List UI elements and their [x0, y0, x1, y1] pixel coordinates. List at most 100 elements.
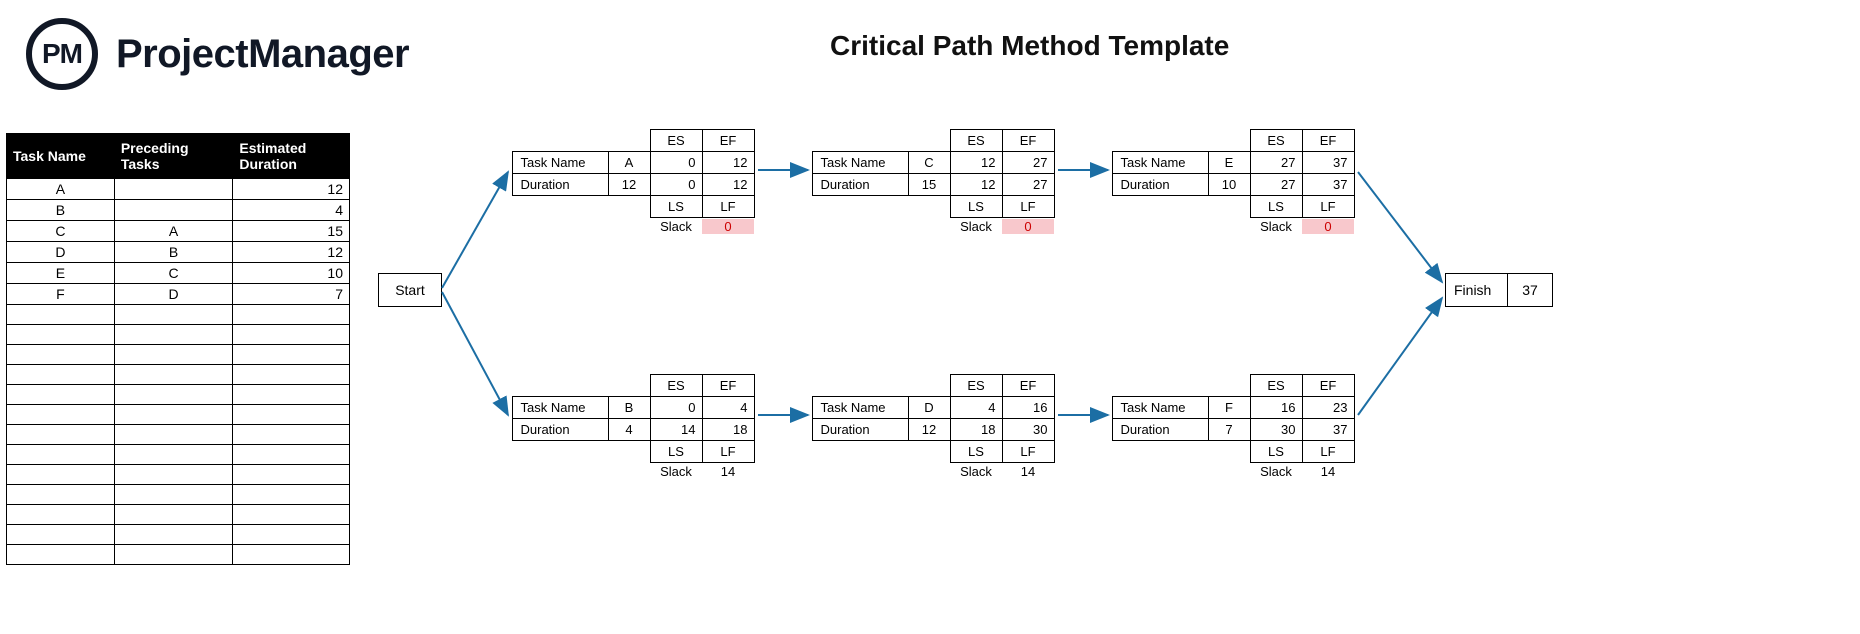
lf-value: 37	[1302, 418, 1355, 441]
lf-header: LF	[1302, 195, 1355, 218]
ef-header: EF	[1302, 129, 1355, 152]
duration-label: Duration	[512, 418, 609, 441]
cell-task-name: F	[7, 284, 115, 305]
table-row	[7, 325, 350, 345]
cell-duration: 12	[233, 179, 350, 200]
slack-value: 0	[1302, 219, 1354, 234]
ls-value: 18	[950, 418, 1003, 441]
table-row: B4	[7, 200, 350, 221]
task-name-label: Task Name	[512, 151, 609, 174]
duration-label: Duration	[1112, 173, 1209, 196]
brand-name: ProjectManager	[116, 32, 409, 77]
ls-header: LS	[650, 195, 703, 218]
slack-label: Slack	[650, 464, 702, 479]
task-node-a: ESEFTask NameA012Duration12012LSLFSlack0	[512, 129, 772, 234]
es-header: ES	[650, 374, 703, 397]
duration-value: 4	[608, 418, 651, 441]
lf-header: LF	[1002, 440, 1055, 463]
lf-header: LF	[1302, 440, 1355, 463]
header: PM ProjectManager	[26, 18, 409, 90]
task-name-label: Task Name	[1112, 396, 1209, 419]
task-name-value: A	[608, 151, 651, 174]
table-row	[7, 485, 350, 505]
ls-value: 30	[1250, 418, 1303, 441]
lf-header: LF	[702, 440, 755, 463]
slack-label: Slack	[650, 219, 702, 234]
slack-label: Slack	[950, 219, 1002, 234]
ef-header: EF	[1302, 374, 1355, 397]
table-row: A 12	[7, 179, 350, 200]
ls-value: 12	[950, 173, 1003, 196]
cell-task-name: A	[7, 179, 115, 200]
slack-value: 14	[1002, 464, 1054, 479]
slack-label: Slack	[1250, 464, 1302, 479]
cell-duration: 12	[233, 242, 350, 263]
duration-value: 12	[908, 418, 951, 441]
task-node-d: ESEFTask NameD416Duration121830LSLFSlack…	[812, 374, 1072, 479]
ef-value: 37	[1302, 151, 1355, 174]
es-header: ES	[1250, 129, 1303, 152]
table-row: FD7	[7, 284, 350, 305]
duration-label: Duration	[812, 173, 909, 196]
finish-label: Finish	[1446, 274, 1508, 306]
slack-value: 0	[702, 219, 754, 234]
es-value: 4	[950, 396, 1003, 419]
col-duration: Estimated Duration	[233, 134, 350, 179]
lf-value: 18	[702, 418, 755, 441]
ls-header: LS	[950, 195, 1003, 218]
table-row	[7, 305, 350, 325]
ls-value: 0	[650, 173, 703, 196]
lf-header: LF	[1002, 195, 1055, 218]
cell-task-name: C	[7, 221, 115, 242]
task-name-label: Task Name	[812, 151, 909, 174]
task-name-value: E	[1208, 151, 1251, 174]
ef-header: EF	[1002, 129, 1055, 152]
cell-preceding: B	[114, 242, 233, 263]
task-name-value: C	[908, 151, 951, 174]
ls-header: LS	[1250, 195, 1303, 218]
task-node-f: ESEFTask NameF1623Duration73037LSLFSlack…	[1112, 374, 1372, 479]
cell-preceding: A	[114, 221, 233, 242]
task-name-value: B	[608, 396, 651, 419]
cell-duration: 15	[233, 221, 350, 242]
task-name-value: F	[1208, 396, 1251, 419]
page-title: Critical Path Method Template	[830, 30, 1229, 62]
finish-value: 37	[1508, 282, 1552, 298]
task-name-label: Task Name	[1112, 151, 1209, 174]
duration-label: Duration	[812, 418, 909, 441]
ls-header: LS	[950, 440, 1003, 463]
cell-preceding	[114, 200, 233, 221]
ls-value: 27	[1250, 173, 1303, 196]
cell-preceding: C	[114, 263, 233, 284]
cell-duration: 4	[233, 200, 350, 221]
table-row	[7, 425, 350, 445]
table-row	[7, 405, 350, 425]
task-table: Task Name Preceding Tasks Estimated Dura…	[6, 133, 350, 565]
table-row	[7, 465, 350, 485]
ls-header: LS	[650, 440, 703, 463]
table-row	[7, 545, 350, 565]
ls-value: 14	[650, 418, 703, 441]
ef-value: 12	[702, 151, 755, 174]
logo-icon: PM	[26, 18, 98, 90]
col-task-name: Task Name	[7, 134, 115, 179]
lf-value: 37	[1302, 173, 1355, 196]
start-label: Start	[395, 282, 425, 298]
cell-task-name: D	[7, 242, 115, 263]
ls-header: LS	[1250, 440, 1303, 463]
table-row	[7, 445, 350, 465]
es-header: ES	[650, 129, 703, 152]
start-node: Start	[378, 273, 442, 307]
table-row: EC10	[7, 263, 350, 284]
task-name-label: Task Name	[512, 396, 609, 419]
es-value: 16	[1250, 396, 1303, 419]
ef-value: 23	[1302, 396, 1355, 419]
es-header: ES	[1250, 374, 1303, 397]
ef-header: EF	[702, 374, 755, 397]
duration-value: 15	[908, 173, 951, 196]
table-row	[7, 385, 350, 405]
es-value: 0	[650, 151, 703, 174]
finish-node: Finish 37	[1445, 273, 1553, 307]
ef-value: 27	[1002, 151, 1055, 174]
duration-value: 12	[608, 173, 651, 196]
